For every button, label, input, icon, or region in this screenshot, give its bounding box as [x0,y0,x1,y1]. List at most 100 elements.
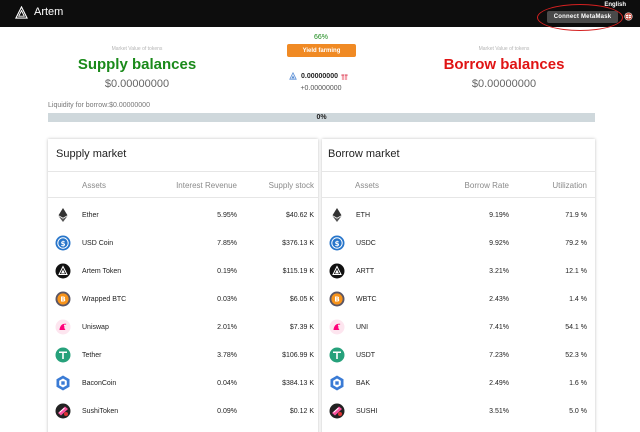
asset-name: SushiToken [82,408,119,415]
header-assets: Assets [355,181,380,190]
highlight-circle [537,4,623,31]
supply-stock-value: $106.99 K [282,352,314,359]
table-row[interactable]: B Wrapped BTC 0.03% $6.05 K [48,286,318,314]
supply-balances-title: Supply balances [77,56,197,73]
utilization-value: 1.4 % [569,296,587,303]
wrapped-btc-icon: B [329,291,345,307]
table-row[interactable]: SUSHI 3.51% 5.0 % [322,398,595,426]
borrow-market-value-label: Market Value of tokens [478,46,530,52]
header-borrow-rate: Borrow Rate [464,181,509,190]
token-change: +0.00000000 [300,85,342,92]
rate-value: 0.03% [217,296,237,303]
sushitoken-icon [329,403,345,419]
supply-market-title: Supply market [56,148,127,160]
asset-name: WBTC [356,296,377,303]
supply-balance-value: $0.00000000 [104,78,170,90]
svg-text:B: B [334,296,339,304]
yield-farming-button[interactable]: Yield farming [287,44,356,57]
table-row[interactable]: BAK 2.49% 1.6 % [322,370,595,398]
utilization-value: 5.0 % [569,408,587,415]
asset-name: UNI [356,324,369,331]
supply-table-header: Assets Interest Revenue Supply stock [48,171,318,198]
brand-name[interactable]: Artem [34,6,63,18]
table-row[interactable]: ARTT 3.21% 12.1 % [322,258,595,286]
utilization-value: 54.1 % [565,324,587,331]
globe-icon[interactable] [624,12,633,21]
utilization-value: 71.9 % [565,212,587,219]
utilization-value: 79.2 % [565,240,587,247]
rate-value: 2.49% [489,380,509,387]
uniswap-icon [55,319,71,335]
table-row[interactable]: UNI 7.41% 54.1 % [322,314,595,342]
rate-value: 0.04% [217,380,237,387]
ether-icon [55,207,71,223]
utilization-value: 52.3 % [565,352,587,359]
supply-stock-value: $7.39 K [289,324,314,331]
yield-percent: 66% [313,34,328,41]
table-row[interactable]: BaconCoin 0.04% $384.13 K [48,370,318,398]
header-assets: Assets [82,181,107,190]
asset-name: BaconCoin [82,380,117,387]
rate-value: 7.41% [489,324,509,331]
rate-value: 3.51% [489,408,509,415]
sushitoken-icon [55,403,71,419]
table-row[interactable]: B WBTC 2.43% 1.4 % [322,286,595,314]
artem-token-icon [289,72,297,80]
table-row[interactable]: Tether 3.78% $106.99 K [48,342,318,370]
supply-market-value-label: Market Value of tokens [111,46,163,52]
uniswap-icon [329,319,345,335]
asset-name: SUSHI [356,408,378,415]
asset-name: BAK [356,380,371,387]
borrow-balance-value: $0.00000000 [471,78,537,90]
rate-value: 2.43% [489,296,509,303]
asset-name: Wrapped BTC [82,296,127,303]
svg-text:$: $ [335,240,340,248]
artem-token-icon [55,263,71,279]
artem-logo-icon[interactable] [15,6,28,19]
usd-coin-icon: $ [329,235,345,251]
supply-stock-value: $6.05 K [289,296,314,303]
rate-value: 7.23% [489,352,509,359]
rate-value: 7.85% [217,240,237,247]
baconcoin-icon [55,375,71,391]
supply-stock-value: $40.62 K [285,212,314,219]
table-row[interactable]: $ USD Coin 7.85% $376.13 K [48,230,318,258]
table-row[interactable]: SushiToken 0.09% $0.12 K [48,398,318,426]
table-row[interactable]: USDT 7.23% 52.3 % [322,342,595,370]
liquidity-label: Liquidity for borrow:$0.00000000 [48,102,150,109]
supply-market-panel: Supply market Assets Interest Revenue Su… [48,139,318,432]
table-row[interactable]: Uniswap 2.01% $7.39 K [48,314,318,342]
table-row[interactable]: $ USDC 9.92% 79.2 % [322,230,595,258]
token-amount-value: 0.00000000 [301,72,338,80]
supply-stock-value: $384.13 K [282,380,314,387]
liquidity-progress-text: 0% [316,114,327,121]
table-row[interactable]: Artem Token 0.19% $115.19 K [48,258,318,286]
rate-value: 0.19% [217,268,237,275]
rate-value: 9.92% [489,240,509,247]
header-utilization: Utilization [552,181,587,190]
utilization-value: 12.1 % [565,268,587,275]
usd-coin-icon: $ [55,235,71,251]
token-amount: 0.00000000 [289,71,348,81]
asset-name: Artem Token [82,268,122,275]
rate-value: 3.21% [489,268,509,275]
tether-icon [55,347,71,363]
rate-value: 5.95% [217,212,237,219]
asset-name: ARTT [356,268,375,275]
utilization-value: 1.6 % [569,380,587,387]
supply-stock-value: $115.19 K [282,268,314,275]
ether-icon [329,207,345,223]
asset-name: USDT [356,352,376,359]
table-row[interactable]: ETH 9.19% 71.9 % [322,202,595,230]
rate-value: 0.09% [217,408,237,415]
wrapped-btc-icon: B [55,291,71,307]
svg-text:$: $ [61,240,66,248]
supply-stock-value: $0.12 K [289,408,314,415]
asset-name: USD Coin [82,240,114,247]
borrow-market-panel: Borrow market Assets Borrow Rate Utiliza… [322,139,595,432]
asset-name: USDC [356,240,376,247]
asset-name: ETH [356,212,370,219]
gift-icon[interactable] [341,72,348,81]
table-row[interactable]: Ether 5.95% $40.62 K [48,202,318,230]
svg-text:B: B [60,296,65,304]
